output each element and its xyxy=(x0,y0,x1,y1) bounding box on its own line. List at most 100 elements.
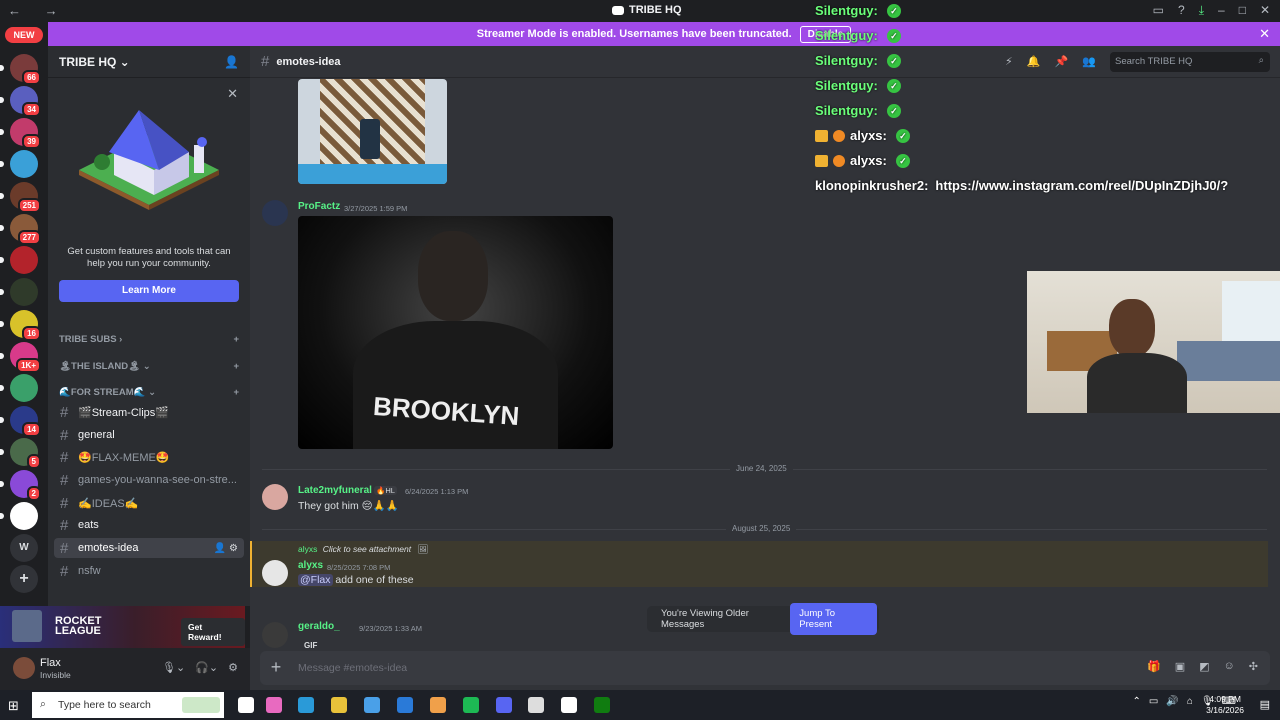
spotify-icon[interactable] xyxy=(463,697,479,713)
message-body: add one of these xyxy=(332,574,414,586)
channel-item[interactable]: # ✍️IDEAS✍️ xyxy=(54,493,244,513)
add-channel-icon[interactable]: + xyxy=(233,387,239,398)
unread-indicator xyxy=(0,321,4,327)
chrome-icon[interactable] xyxy=(561,697,577,713)
discord-icon[interactable] xyxy=(496,697,512,713)
guild-icon[interactable]: 34 xyxy=(0,86,41,117)
channel-item[interactable]: # emotes-idea 👤 ⚙ xyxy=(54,538,244,558)
webcam-couch xyxy=(1177,341,1280,381)
notification-icon[interactable]: ▤ xyxy=(1260,698,1270,711)
reply-preview[interactable]: alyxs Click to see attachment 🖼 xyxy=(298,544,428,555)
avatar[interactable] xyxy=(262,200,288,226)
guild-icon[interactable]: 39 xyxy=(0,118,41,149)
sticker-icon[interactable]: ◩ xyxy=(1199,660,1209,673)
channel-category[interactable]: 🌊FOR STREAM🌊 ⌄ + xyxy=(59,387,239,398)
copilot-icon[interactable] xyxy=(266,697,282,713)
learn-more-button[interactable]: Learn More xyxy=(59,280,239,302)
gif-icon[interactable]: ▣ xyxy=(1175,660,1185,673)
gift-icon[interactable]: 🎁 xyxy=(1147,660,1161,673)
image-jersey xyxy=(353,321,558,449)
guild-icon[interactable] xyxy=(0,150,38,178)
message-composer[interactable]: + Message #emotes-idea 🎁 ▣ ◩ ☺ ✣ xyxy=(260,651,1270,685)
close-icon[interactable]: ✕ xyxy=(227,86,238,102)
guild-icon[interactable]: 5 xyxy=(0,438,41,469)
guild-icon[interactable]: 14 xyxy=(0,406,41,437)
new-badge[interactable]: NEW xyxy=(5,27,43,43)
add-attachment-icon[interactable]: + xyxy=(266,657,286,677)
avatar[interactable] xyxy=(262,622,288,648)
outlook-icon[interactable] xyxy=(397,697,413,713)
clock-time: 4:09 PM xyxy=(1209,694,1241,704)
unread-indicator xyxy=(0,417,4,423)
add-channel-icon[interactable]: + xyxy=(233,361,239,372)
server-header[interactable]: TRIBE HQ ⌄ 👤 xyxy=(48,46,250,78)
add-channel-icon[interactable]: + xyxy=(233,334,239,345)
headphones-icon[interactable]: 🎧⌄ xyxy=(195,661,218,674)
user-mention[interactable]: @Flax xyxy=(298,574,333,586)
network-icon[interactable]: ⌂ xyxy=(1187,696,1193,707)
unread-indicator xyxy=(0,65,4,71)
window-title: TRIBE HQ xyxy=(612,4,682,16)
message-input[interactable]: Message #emotes-idea xyxy=(298,662,407,674)
channel-item[interactable]: # 🤩FLAX-MEME🤩 xyxy=(54,447,244,467)
guild-w[interactable]: W xyxy=(10,534,38,562)
store-icon[interactable] xyxy=(364,697,380,713)
channel-item[interactable]: # nsfw xyxy=(54,561,244,581)
windows-start-icon[interactable]: ⊞ xyxy=(8,698,22,713)
guild-icon[interactable] xyxy=(0,374,38,402)
chevron-up-icon[interactable]: ⌃ xyxy=(1133,696,1141,707)
message-author[interactable]: ProFactz xyxy=(298,201,340,212)
notes-icon[interactable] xyxy=(430,697,446,713)
avatar[interactable] xyxy=(13,657,35,679)
message-author[interactable]: Late2myfuneral xyxy=(298,485,372,496)
message-author[interactable]: alyxs xyxy=(298,560,323,571)
nav-arrows[interactable]: ← → xyxy=(8,3,68,18)
channel-item[interactable]: # 🎬Stream-Clips🎬 xyxy=(54,402,244,422)
get-reward-button[interactable]: Get Reward! xyxy=(181,618,245,646)
guild-icon[interactable]: 277 xyxy=(0,214,41,245)
obs-icon[interactable] xyxy=(528,697,544,713)
guild-icon[interactable]: 16 xyxy=(0,310,41,341)
mention-count-badge: 34 xyxy=(22,102,41,117)
hash-icon: # xyxy=(60,562,69,580)
invite-icon[interactable]: 👤 xyxy=(224,55,239,69)
guild-icon[interactable] xyxy=(0,502,38,530)
promo-text: Get custom features and tools that can h… xyxy=(67,246,231,269)
channel-settings-icon[interactable]: 👤 ⚙ xyxy=(214,543,238,554)
guild-icon[interactable]: 66 xyxy=(0,54,41,85)
apps-icon[interactable]: ✣ xyxy=(1249,660,1258,673)
guild-icon[interactable]: 251 xyxy=(0,182,41,213)
channel-item[interactable]: # general xyxy=(54,425,244,445)
unread-indicator xyxy=(0,257,4,263)
message-author[interactable]: geraldo_ xyxy=(298,621,340,632)
channel-item[interactable]: # eats xyxy=(54,515,244,535)
image-floor xyxy=(298,164,447,184)
microphone-icon[interactable]: 🎙⌄ xyxy=(162,661,185,674)
guild-icon[interactable] xyxy=(0,246,38,274)
add-server-button[interactable]: + xyxy=(10,565,38,593)
reply-author: alyxs xyxy=(298,544,318,554)
task-view-icon[interactable] xyxy=(238,697,254,713)
overlay-chat-line: Silentguy: ✓ xyxy=(815,103,901,118)
mention-count-badge: 39 xyxy=(22,134,41,149)
channel-category[interactable]: TRIBE SUBS › + xyxy=(59,334,239,345)
gear-icon[interactable]: ⚙ xyxy=(228,661,238,674)
attachment-image[interactable]: BROOKLYN xyxy=(298,216,613,449)
battery-icon[interactable]: ▭ xyxy=(1149,696,1158,707)
jump-to-present-button[interactable]: Jump To Present xyxy=(790,603,877,635)
guild-icon[interactable]: 2 xyxy=(0,470,41,501)
emoji-icon[interactable]: ☺ xyxy=(1224,660,1235,673)
guild-icon[interactable] xyxy=(0,278,38,306)
file-explorer-icon[interactable] xyxy=(331,697,347,713)
attachment-image[interactable] xyxy=(298,79,447,184)
rocket-league-promo[interactable]: ROCKET LEAGUE Get Reward! xyxy=(0,606,245,648)
channel-category[interactable]: 🏝THE ISLAND🏝 ⌄ + xyxy=(59,361,239,372)
volume-icon[interactable]: 🔊 xyxy=(1166,696,1178,707)
guild-icon[interactable]: 1K+ xyxy=(0,342,41,373)
clock[interactable]: 4:09 PM 3/16/2026 xyxy=(1206,694,1244,716)
avatar[interactable] xyxy=(262,484,288,510)
xbox-icon[interactable] xyxy=(594,697,610,713)
edge-icon[interactable] xyxy=(298,697,314,713)
avatar[interactable] xyxy=(262,560,288,586)
channel-item[interactable]: # games-you-wanna-see-on-stre... xyxy=(54,470,244,490)
